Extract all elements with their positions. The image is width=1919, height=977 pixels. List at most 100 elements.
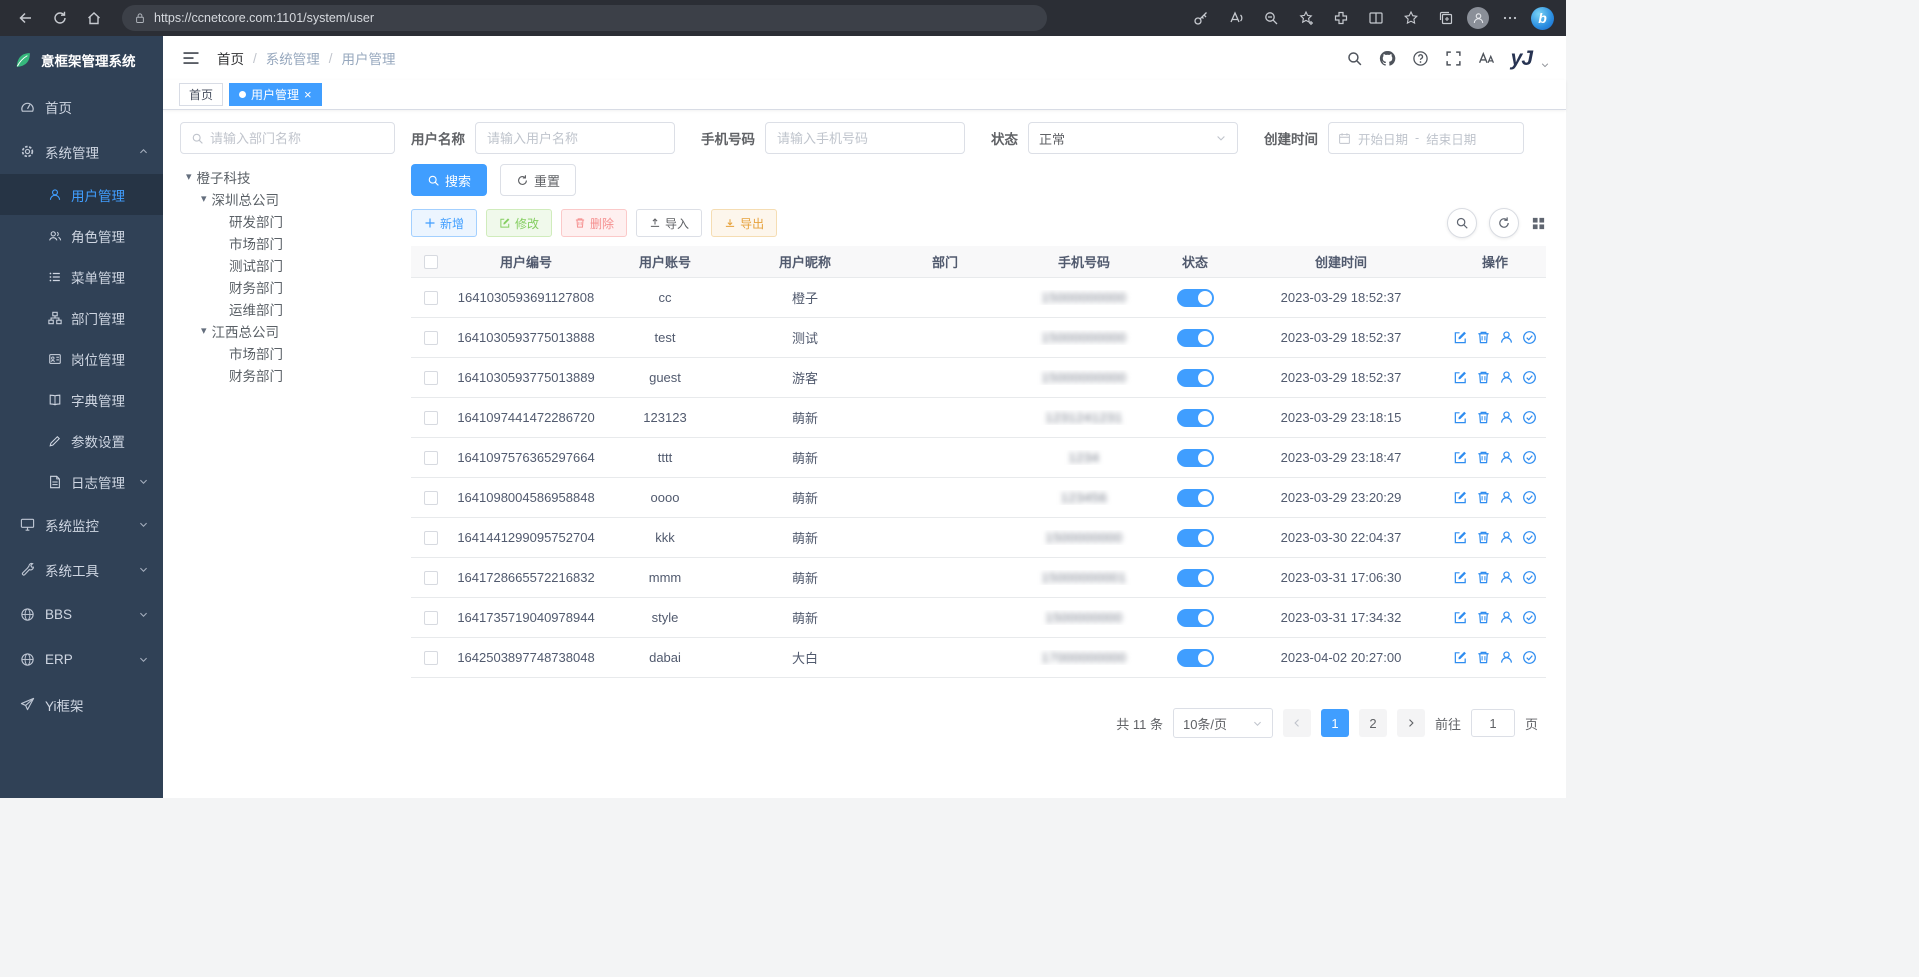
- username-input[interactable]: [475, 122, 675, 154]
- sidebar-subitem[interactable]: 岗位管理: [0, 338, 163, 379]
- fullscreen-icon[interactable]: [1445, 50, 1462, 67]
- next-page-button[interactable]: [1397, 709, 1425, 737]
- status-toggle[interactable]: [1177, 369, 1214, 387]
- read-aloud-icon[interactable]: [1222, 5, 1250, 32]
- extensions-icon[interactable]: [1327, 5, 1355, 32]
- sidebar-item[interactable]: ERP: [0, 637, 163, 682]
- toolbar-refresh-button[interactable]: [1489, 208, 1519, 238]
- goto-page-input[interactable]: [1471, 709, 1515, 737]
- row-check-circle-icon[interactable]: [1522, 450, 1537, 465]
- row-checkbox[interactable]: [424, 651, 438, 665]
- split-screen-icon[interactable]: [1362, 5, 1390, 32]
- row-user-icon[interactable]: [1499, 530, 1514, 545]
- row-delete-icon[interactable]: [1476, 330, 1491, 345]
- sidebar-item-home[interactable]: 首页: [0, 84, 163, 129]
- sidebar-subitem[interactable]: 菜单管理: [0, 256, 163, 297]
- back-button[interactable]: [12, 5, 40, 32]
- department-search-input[interactable]: [210, 131, 384, 146]
- row-edit-icon[interactable]: [1453, 530, 1468, 545]
- page-number-2[interactable]: 2: [1359, 709, 1387, 737]
- row-edit-icon[interactable]: [1453, 410, 1468, 425]
- status-toggle[interactable]: [1177, 449, 1214, 467]
- collections-icon[interactable]: [1432, 5, 1460, 32]
- sidebar-subitem[interactable]: 部门管理: [0, 297, 163, 338]
- sidebar-item[interactable]: 系统工具: [0, 547, 163, 592]
- help-icon[interactable]: [1412, 50, 1429, 67]
- sidebar-item[interactable]: Yi框架: [0, 682, 163, 727]
- row-user-icon[interactable]: [1499, 650, 1514, 665]
- sidebar-subitem[interactable]: 角色管理: [0, 215, 163, 256]
- row-edit-icon[interactable]: [1453, 330, 1468, 345]
- browser-menu-icon[interactable]: [1496, 5, 1524, 32]
- row-check-circle-icon[interactable]: [1522, 530, 1537, 545]
- column-settings-button[interactable]: [1531, 216, 1546, 231]
- sidebar-item[interactable]: 系统监控: [0, 502, 163, 547]
- tree-node-branch[interactable]: ▾ 江西总公司: [180, 320, 395, 342]
- row-delete-icon[interactable]: [1476, 410, 1491, 425]
- browser-profile-avatar[interactable]: [1467, 7, 1489, 29]
- add-favorite-icon[interactable]: [1292, 5, 1320, 32]
- row-edit-icon[interactable]: [1453, 570, 1468, 585]
- row-check-circle-icon[interactable]: [1522, 370, 1537, 385]
- tree-node-root[interactable]: ▾ 橙子科技: [180, 166, 395, 188]
- row-delete-icon[interactable]: [1476, 370, 1491, 385]
- row-delete-icon[interactable]: [1476, 450, 1491, 465]
- tab-home[interactable]: 首页: [179, 83, 223, 106]
- reset-button[interactable]: 重置: [500, 164, 576, 196]
- edit-button[interactable]: 修改: [486, 209, 552, 237]
- row-checkbox[interactable]: [424, 331, 438, 345]
- row-edit-icon[interactable]: [1453, 610, 1468, 625]
- row-user-icon[interactable]: [1499, 330, 1514, 345]
- copilot-icon[interactable]: b: [1531, 7, 1554, 30]
- row-user-icon[interactable]: [1499, 450, 1514, 465]
- row-user-icon[interactable]: [1499, 370, 1514, 385]
- status-toggle[interactable]: [1177, 569, 1214, 587]
- row-delete-icon[interactable]: [1476, 530, 1491, 545]
- row-delete-icon[interactable]: [1476, 490, 1491, 505]
- row-edit-icon[interactable]: [1453, 490, 1468, 505]
- add-button[interactable]: 新增: [411, 209, 477, 237]
- user-avatar[interactable]: yJ: [1511, 48, 1532, 69]
- tree-node-leaf[interactable]: 财务部门: [180, 364, 395, 386]
- row-user-icon[interactable]: [1499, 610, 1514, 625]
- import-button[interactable]: 导入: [636, 209, 702, 237]
- phone-input[interactable]: [765, 122, 965, 154]
- row-delete-icon[interactable]: [1476, 570, 1491, 585]
- row-checkbox[interactable]: [424, 611, 438, 625]
- export-button[interactable]: 导出: [711, 209, 777, 237]
- avatar-caret-icon[interactable]: [1540, 60, 1550, 70]
- tree-node-leaf[interactable]: 市场部门: [180, 342, 395, 364]
- row-checkbox[interactable]: [424, 411, 438, 425]
- page-number-1[interactable]: 1: [1321, 709, 1349, 737]
- tree-node-leaf[interactable]: 运维部门: [180, 298, 395, 320]
- prev-page-button[interactable]: [1283, 709, 1311, 737]
- row-check-circle-icon[interactable]: [1522, 610, 1537, 625]
- status-toggle[interactable]: [1177, 329, 1214, 347]
- breadcrumb-home[interactable]: 首页: [217, 48, 244, 68]
- status-toggle[interactable]: [1177, 489, 1214, 507]
- row-user-icon[interactable]: [1499, 570, 1514, 585]
- sidebar-item[interactable]: BBS: [0, 592, 163, 637]
- date-range-picker[interactable]: 开始日期 - 结束日期: [1328, 122, 1524, 154]
- sidebar-subitem[interactable]: 日志管理: [0, 461, 163, 502]
- row-delete-icon[interactable]: [1476, 650, 1491, 665]
- home-button[interactable]: [80, 5, 108, 32]
- tree-node-leaf[interactable]: 财务部门: [180, 276, 395, 298]
- zoom-icon[interactable]: [1257, 5, 1285, 32]
- row-check-circle-icon[interactable]: [1522, 330, 1537, 345]
- status-toggle[interactable]: [1177, 409, 1214, 427]
- row-edit-icon[interactable]: [1453, 450, 1468, 465]
- password-key-icon[interactable]: [1187, 5, 1215, 32]
- menu-fold-icon[interactable]: [181, 48, 201, 68]
- favorites-icon[interactable]: [1397, 5, 1425, 32]
- status-toggle[interactable]: [1177, 649, 1214, 667]
- breadcrumb-section[interactable]: 系统管理: [266, 48, 320, 68]
- row-checkbox[interactable]: [424, 371, 438, 385]
- tab-user-management[interactable]: 用户管理 ×: [229, 83, 322, 106]
- status-toggle[interactable]: [1177, 289, 1214, 307]
- row-edit-icon[interactable]: [1453, 650, 1468, 665]
- tree-node-leaf[interactable]: 市场部门: [180, 232, 395, 254]
- status-toggle[interactable]: [1177, 609, 1214, 627]
- row-checkbox[interactable]: [424, 571, 438, 585]
- tab-close-icon[interactable]: ×: [304, 88, 312, 101]
